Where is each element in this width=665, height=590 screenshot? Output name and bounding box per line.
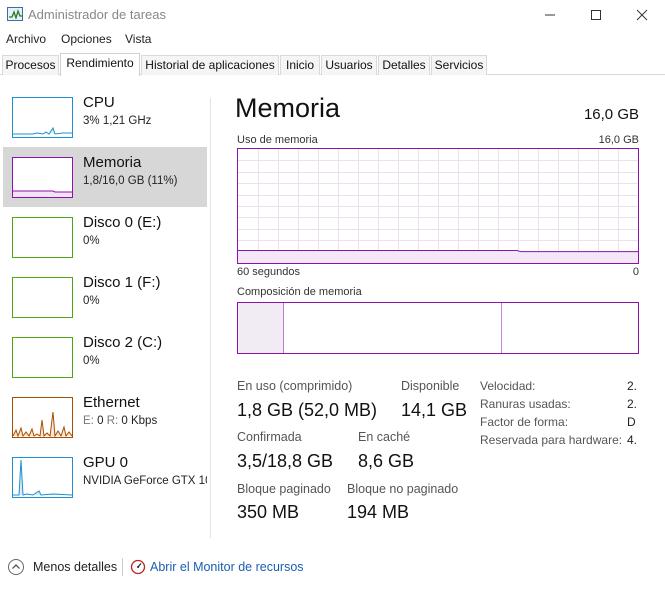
chevron-up-icon[interactable]: [8, 559, 24, 575]
maximize-icon: [591, 10, 601, 20]
sidebar-item-cpu[interactable]: CPU 3% 1,21 GHz: [3, 87, 207, 147]
receive-prefix: R:: [106, 415, 119, 427]
disk-thumbnail-graph: [12, 277, 73, 318]
memory-usage-graph: [237, 148, 639, 264]
memory-usage-chart: [238, 149, 638, 263]
sidebar-item-detail: 1,8/16,0 GB (11%): [83, 175, 178, 187]
sidebar-divider: [210, 98, 211, 538]
sidebar-item-label: Disco 2 (C:): [83, 334, 163, 351]
sidebar-item-label: Disco 1 (F:): [83, 274, 161, 291]
memory-total: 16,0 GB: [583, 106, 639, 123]
graph-time-left: 60 segundos: [237, 266, 300, 278]
speed-label: Velocidad:: [480, 379, 536, 393]
footer-divider: [122, 558, 123, 576]
cached-label: En caché: [358, 430, 411, 444]
paged-pool-value: 350 MB: [237, 502, 300, 522]
tab-inicio[interactable]: Inicio: [280, 55, 320, 75]
menu-archivo[interactable]: Archivo: [6, 32, 46, 46]
sidebar-item-gpu-0[interactable]: GPU 0 NVIDIA GeForce GTX 1060: [3, 447, 207, 507]
sidebar-item-label: Memoria: [83, 154, 142, 171]
title-bar: Administrador de tareas: [0, 0, 665, 30]
cached-value: 8,6 GB: [358, 451, 415, 471]
gpu-thumbnail-graph: [12, 457, 73, 498]
committed-label: Confirmada: [237, 430, 302, 444]
cpu-thumbnail-graph: [12, 97, 73, 138]
sidebar-item-detail: E: 0 R: 0 Kbps: [83, 415, 207, 427]
sidebar-item-label: Ethernet: [83, 394, 140, 411]
slots-used-label: Ranuras usadas:: [480, 397, 571, 411]
sidebar-item-label: GPU 0: [83, 454, 129, 471]
usage-graph-max: 16,0 GB: [598, 134, 639, 146]
memory-composition-chart: [238, 303, 638, 353]
in-use-value: 1,8 GB (52,0 MB): [237, 400, 378, 420]
performance-content: CPU 3% 1,21 GHz Memoria 1,8/16,0 GB (11%…: [0, 76, 665, 546]
sidebar-item-detail: 0%: [83, 355, 100, 367]
sidebar-item-label: CPU: [83, 94, 115, 111]
slots-used-value: 2.: [627, 397, 638, 411]
memory-composition-bar: [237, 302, 639, 354]
usage-graph-label: Uso de memoria: [237, 134, 318, 146]
in-use-label: En uso (comprimido): [237, 379, 353, 393]
tab-procesos[interactable]: Procesos: [2, 55, 59, 75]
available-label: Disponible: [401, 379, 460, 393]
form-factor-label: Factor de forma:: [480, 415, 569, 429]
tab-historial[interactable]: Historial de aplicaciones: [141, 55, 279, 75]
tab-servicios[interactable]: Servicios: [431, 55, 487, 75]
receive-value: 0 Kbps: [121, 415, 158, 427]
page-title: Memoria: [235, 93, 341, 123]
open-resource-monitor-link[interactable]: Abrir el Monitor de recursos: [150, 560, 304, 574]
composition-segment: [284, 303, 502, 353]
usage-area: [238, 250, 638, 263]
task-manager-icon: [7, 7, 23, 21]
sidebar-item-label: Disco 0 (E:): [83, 214, 162, 231]
nonpaged-pool-value: 194 MB: [347, 502, 410, 522]
speed-value: 2.: [627, 379, 638, 393]
tab-bar: Procesos Rendimiento Historial de aplica…: [0, 53, 665, 76]
sidebar-item-detail: 0%: [83, 295, 100, 307]
sidebar-item-disco-2[interactable]: Disco 2 (C:) 0%: [3, 327, 207, 387]
sidebar-item-disco-1[interactable]: Disco 1 (F:) 0%: [3, 267, 207, 327]
composition-label: Composición de memoria: [237, 286, 362, 298]
ethernet-thumbnail-graph: [12, 397, 73, 438]
hardware-reserved-label: Reservada para hardware:: [480, 433, 623, 447]
hardware-reserved-value: 4.: [627, 433, 638, 447]
close-button[interactable]: [619, 0, 665, 30]
tab-rendimiento[interactable]: Rendimiento: [60, 53, 140, 76]
footer-bar: Menos detalles Abrir el Monitor de recur…: [0, 553, 665, 581]
nonpaged-pool-label: Bloque no paginado: [347, 482, 459, 496]
memory-panel: Memoria 16,0 GB Uso de memoria 16,0 GB 6…: [235, 76, 665, 546]
sidebar-item-ethernet[interactable]: Ethernet E: 0 R: 0 Kbps: [3, 387, 207, 447]
menu-bar: Archivo Opciones Vista: [0, 30, 665, 50]
resource-monitor-icon[interactable]: [130, 559, 146, 575]
sidebar-item-detail: 0%: [83, 235, 100, 247]
form-factor-value: D: [627, 415, 636, 429]
menu-opciones[interactable]: Opciones: [61, 32, 112, 46]
tab-usuarios[interactable]: Usuarios: [321, 55, 377, 75]
disk-thumbnail-graph: [12, 217, 73, 258]
available-value: 14,1 GB: [401, 400, 468, 420]
window-title: Administrador de tareas: [28, 7, 167, 22]
disk-thumbnail-graph: [12, 337, 73, 378]
menu-vista[interactable]: Vista: [125, 32, 151, 46]
sidebar-item-detail: NVIDIA GeForce GTX 1060: [83, 475, 207, 487]
composition-segment: [238, 303, 284, 353]
minimize-icon: [545, 14, 555, 16]
graph-time-right: 0: [632, 266, 639, 278]
close-icon: [636, 9, 648, 21]
paged-pool-label: Bloque paginado: [237, 482, 331, 496]
send-value: 0: [97, 415, 104, 427]
composition-segment: [502, 303, 638, 353]
committed-value: 3,5/18,8 GB: [237, 451, 334, 471]
resource-sidebar: CPU 3% 1,21 GHz Memoria 1,8/16,0 GB (11%…: [0, 76, 212, 546]
tab-detalles[interactable]: Detalles: [378, 55, 430, 75]
minimize-button[interactable]: [527, 0, 573, 30]
send-prefix: E:: [83, 415, 94, 427]
memory-thumbnail-graph: [12, 157, 73, 198]
fewer-details-button[interactable]: Menos detalles: [33, 560, 117, 574]
sidebar-item-detail: 3% 1,21 GHz: [83, 115, 152, 127]
sidebar-item-disco-0[interactable]: Disco 0 (E:) 0%: [3, 207, 207, 267]
sidebar-item-memoria[interactable]: Memoria 1,8/16,0 GB (11%): [3, 147, 207, 207]
maximize-button[interactable]: [573, 0, 619, 30]
